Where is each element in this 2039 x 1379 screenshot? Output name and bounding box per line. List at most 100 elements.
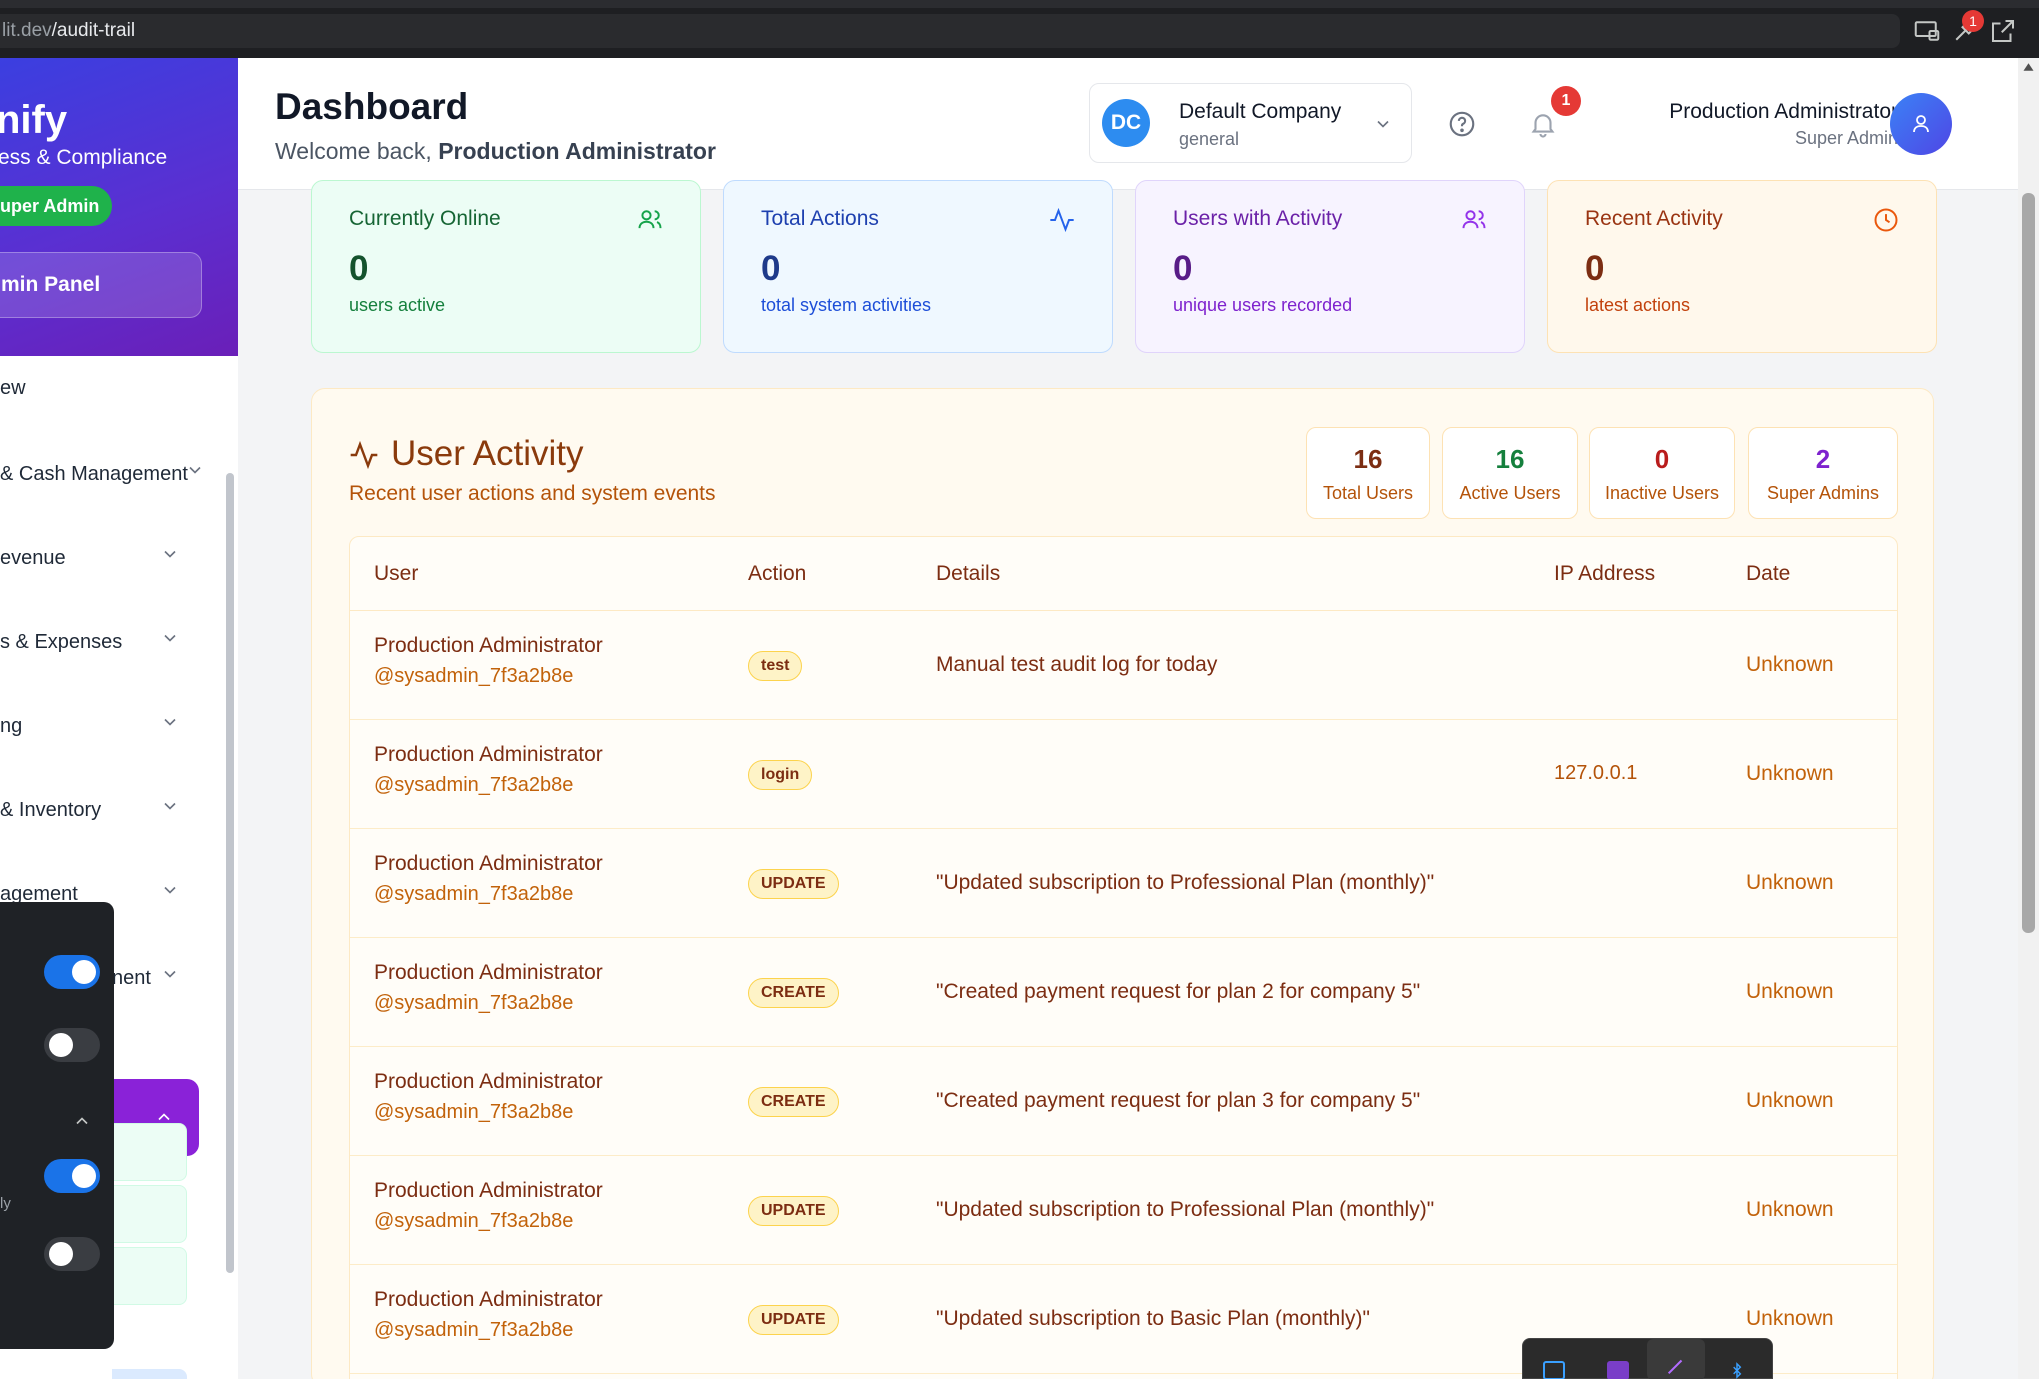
activity-icon xyxy=(1050,207,1074,233)
mini-stat-value: 16 xyxy=(1495,444,1525,474)
sidebar-item-label: ng xyxy=(0,715,23,737)
column-header-details[interactable]: Details xyxy=(936,562,1000,586)
activity-icon xyxy=(350,440,378,470)
row-user-name: Production Administrator xyxy=(374,743,603,766)
sidebar-item-expenses[interactable]: s & Expenses xyxy=(0,620,190,664)
row-date: Unknown xyxy=(1746,871,1834,894)
company-avatar: DC xyxy=(1102,99,1150,147)
user-role: Super Admin xyxy=(1794,128,1898,148)
mini-stat-label: Super Admins xyxy=(1766,483,1880,503)
toggle-switch-2[interactable] xyxy=(44,1028,100,1062)
scroll-up-arrow-icon[interactable] xyxy=(2022,62,2035,72)
row-date: Unknown xyxy=(1746,762,1834,785)
table-row[interactable]: Production Administrator @sysadmin_7f3a2… xyxy=(350,1047,1897,1156)
row-user-name: Production Administrator xyxy=(374,634,603,657)
row-user-handle: @sysadmin_7f3a2b8e xyxy=(374,665,574,687)
cast-icon[interactable] xyxy=(1912,16,1942,46)
chevron-down-icon xyxy=(189,466,201,474)
sidebar-subitem-selected[interactable] xyxy=(112,1369,187,1379)
sidebar-item-overview[interactable]: ew xyxy=(0,366,190,410)
row-details: "Updated subscription to Professional Pl… xyxy=(936,1198,1435,1221)
table-row[interactable]: Production Administrator @sysadmin_7f3a2… xyxy=(350,938,1897,1047)
mini-stat-total-users: 16 Total Users xyxy=(1306,427,1430,519)
column-header-date[interactable]: Date xyxy=(1746,562,1790,586)
company-selector[interactable]: DC Default Company general xyxy=(1089,83,1412,163)
chevron-down-icon xyxy=(164,634,176,642)
mini-stat-value: 2 xyxy=(1815,444,1831,474)
sidebar-item-inventory[interactable]: & Inventory xyxy=(0,788,190,832)
user-avatar[interactable] xyxy=(1890,93,1952,155)
page-header: Dashboard Welcome back, Production Admin… xyxy=(238,58,2018,190)
table-row[interactable]: Production Administrator @sysadmin_7f3a2… xyxy=(350,1156,1897,1265)
sidebar-item-cash-management[interactable]: & Cash Management xyxy=(0,452,205,496)
address-bar[interactable]: lit.dev/audit-trail xyxy=(0,14,1900,48)
sidebar-item-label: & Inventory xyxy=(0,799,102,821)
onenote-icon[interactable] xyxy=(1607,1361,1629,1379)
row-ip: 127.0.0.1 xyxy=(1554,762,1638,784)
section-subtitle: Recent user actions and system events xyxy=(349,482,716,505)
row-details: "Created payment request for plan 2 for … xyxy=(936,980,1421,1003)
table-row[interactable]: Production Administrator @sysadmin_7f3a2… xyxy=(350,720,1897,829)
brand-subtitle: ess & Compliance xyxy=(0,146,168,169)
column-header-action[interactable]: Action xyxy=(748,562,806,586)
user-name: Production Administrator xyxy=(1669,100,1898,123)
chevron-down-icon xyxy=(164,802,176,810)
toggle-switch-1[interactable] xyxy=(44,955,100,989)
row-user-name: Production Administrator xyxy=(374,961,603,984)
welcome-name: Production Administrator xyxy=(438,138,716,164)
user-icon xyxy=(1913,115,1929,133)
table-row[interactable]: Production Administrator @sysadmin_7f3a2… xyxy=(350,829,1897,938)
row-details: "Updated subscription to Basic Plan (mon… xyxy=(936,1307,1370,1330)
chevron-up-icon[interactable] xyxy=(72,1111,92,1131)
app-icon[interactable] xyxy=(1543,1361,1565,1379)
stat-card-recent: Recent Activity 0 latest actions xyxy=(1547,180,1937,353)
row-date: Unknown xyxy=(1746,1198,1834,1221)
row-user-handle: @sysadmin_7f3a2b8e xyxy=(374,1319,574,1341)
toggle-switch-3[interactable] xyxy=(44,1159,100,1193)
row-user-handle: @sysadmin_7f3a2b8e xyxy=(374,774,574,796)
sidebar-subitem[interactable] xyxy=(112,1247,187,1305)
admin-panel-button[interactable]: min Panel xyxy=(0,252,202,318)
sidebar-item-accounting[interactable]: ng xyxy=(0,704,190,748)
stat-value: 0 xyxy=(1173,249,1193,288)
company-type: general xyxy=(1179,129,1240,149)
audit-table: User Action Details IP Address Date Prod… xyxy=(349,536,1898,1379)
table-row[interactable]: Production Administrator @sysadmin_7f3a2… xyxy=(350,611,1897,720)
chevron-down-icon xyxy=(164,550,176,558)
row-user-handle: @sysadmin_7f3a2b8e xyxy=(374,1101,574,1123)
chevron-down-icon xyxy=(1377,120,1389,128)
page-scrollbar-thumb[interactable] xyxy=(2022,193,2035,933)
feather-app-icon[interactable] xyxy=(1647,1339,1705,1379)
popover-label: ly xyxy=(0,1195,11,1212)
browser-toolbar: lit.dev/audit-trail 1 xyxy=(0,0,2039,58)
stat-card-actions: Total Actions 0 total system activities xyxy=(723,180,1113,353)
help-icon[interactable] xyxy=(1447,109,1477,139)
users-icon xyxy=(638,210,662,229)
sidebar-subitem[interactable] xyxy=(112,1123,187,1181)
bell-icon[interactable] xyxy=(1528,109,1558,139)
row-details: "Created payment request for plan 3 for … xyxy=(936,1089,1421,1112)
chevron-down-icon xyxy=(164,886,176,894)
sidebar-item-label: nent xyxy=(112,967,151,989)
row-user-name: Production Administrator xyxy=(374,1070,603,1093)
row-date: Unknown xyxy=(1746,980,1834,1003)
action-badge: test xyxy=(748,651,803,681)
stat-subtitle: users active xyxy=(349,295,446,315)
toggle-switch-4[interactable] xyxy=(44,1237,100,1271)
brand-name: nify xyxy=(0,98,68,142)
bluetooth-icon[interactable] xyxy=(1729,1361,1745,1379)
chevron-down-icon xyxy=(164,718,176,726)
clock-icon xyxy=(1874,208,1898,232)
mini-stat-active-users: 16 Active Users xyxy=(1442,427,1578,519)
open-external-icon[interactable] xyxy=(1988,16,2018,46)
role-badge: uper Admin xyxy=(0,186,112,226)
column-header-ip[interactable]: IP Address xyxy=(1554,562,1655,586)
sidebar-scrollbar[interactable] xyxy=(226,473,234,1273)
column-header-user[interactable]: User xyxy=(374,562,418,586)
sidebar-item-revenue[interactable]: evenue xyxy=(0,536,190,580)
extension-badge: 1 xyxy=(1962,10,1984,32)
url-host: lit.dev xyxy=(2,20,52,41)
mini-stat-inactive-users: 0 Inactive Users xyxy=(1589,427,1735,519)
stat-subtitle: latest actions xyxy=(1585,295,1691,315)
sidebar-subitem[interactable] xyxy=(112,1185,187,1243)
